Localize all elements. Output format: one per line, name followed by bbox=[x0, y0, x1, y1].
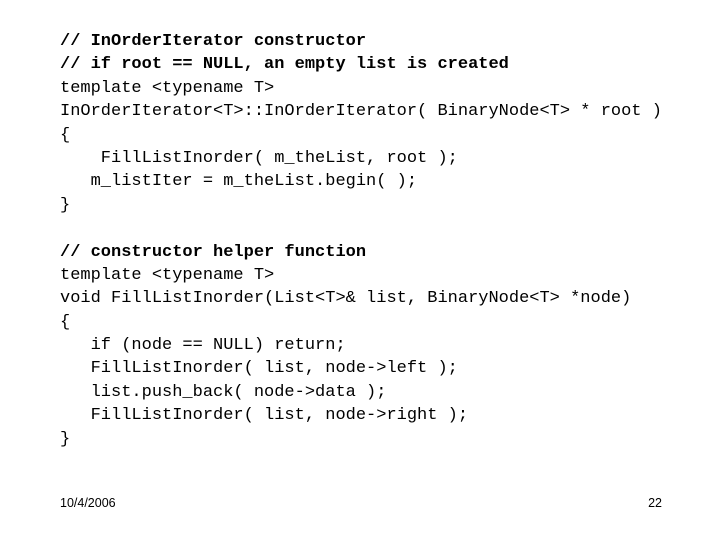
slide-canvas: // InOrderIterator constructor // if root… bbox=[0, 0, 720, 540]
code-line: FillListInorder( m_theList, root ); bbox=[60, 148, 458, 168]
code-line: { bbox=[60, 125, 71, 145]
code-comment-line: // InOrderIterator constructor bbox=[60, 32, 367, 51]
code-line: { bbox=[60, 312, 71, 332]
code-line: m_listIter = m_theList.begin( ); bbox=[60, 172, 418, 192]
code-line: template <typename T> bbox=[60, 78, 275, 98]
code-line: } bbox=[60, 429, 71, 449]
code-line: void FillListInorder(List<T>& list, Bina… bbox=[60, 289, 632, 309]
code-line: FillListInorder( list, node->right ); bbox=[60, 406, 469, 426]
code-line: } bbox=[60, 195, 71, 215]
code-comment-line: // constructor helper function bbox=[60, 242, 367, 262]
slide-footer: 10/4/2006 22 bbox=[0, 494, 720, 516]
code-line: list.push_back( node->data ); bbox=[60, 382, 387, 402]
code-listing: // InOrderIterator constructor // if root… bbox=[60, 30, 710, 451]
code-line: template <typename T> bbox=[60, 265, 275, 285]
code-line: FillListInorder( list, node->left ); bbox=[60, 359, 458, 379]
code-comment-line: // if root == NULL, an empty list is cre… bbox=[60, 55, 509, 75]
code-line: InOrderIterator<T>::InOrderIterator( Bin… bbox=[60, 102, 662, 122]
code-line: if (node == NULL) return; bbox=[60, 336, 346, 356]
footer-page-number: 22 bbox=[648, 496, 662, 510]
